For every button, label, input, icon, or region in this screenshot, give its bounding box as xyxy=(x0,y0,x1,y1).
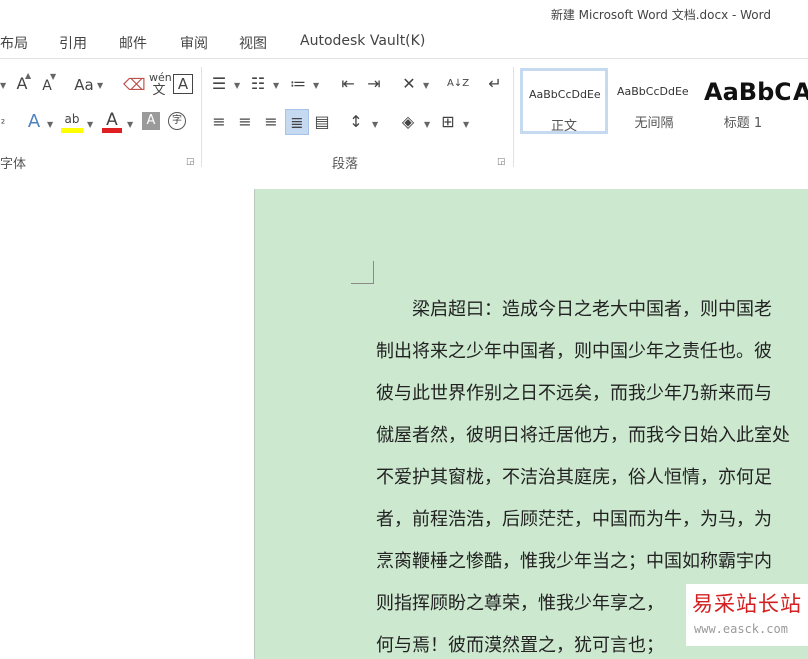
line-spacing-icon[interactable]: ↕ xyxy=(345,112,367,132)
tab-review[interactable]: 审阅 xyxy=(180,33,208,53)
change-case-dropdown-arrow[interactable]: ▼ xyxy=(97,81,103,90)
enclose-characters-button[interactable]: 字 xyxy=(168,112,186,130)
multilevel-list-icon[interactable]: ≔ xyxy=(287,74,309,94)
style-heading-1[interactable]: AaBbC 标题 1 xyxy=(700,68,792,134)
increase-indent-icon[interactable]: ⇥ xyxy=(363,74,385,94)
style-name: 正文 xyxy=(550,119,577,134)
shading-dropdown-arrow[interactable]: ▼ xyxy=(424,120,430,129)
title-bar: 新建 Microsoft Word 文档.docx - Word xyxy=(0,0,808,28)
style-no-spacing[interactable]: AaBbCcDdEe 无间隔 xyxy=(612,68,696,134)
align-right-icon[interactable]: ≡ xyxy=(260,112,282,132)
multilevel-dropdown-arrow[interactable]: ▼ xyxy=(313,81,319,90)
paragraph-dialog-launcher-icon[interactable]: ◲ xyxy=(497,157,506,167)
chinese-layout-dropdown-arrow[interactable]: ▼ xyxy=(423,81,429,90)
tab-mailings[interactable]: 邮件 xyxy=(119,33,147,53)
document-line[interactable]: 不爱护其窗栊，不洁治其庭庑，俗人恒情，亦何足 xyxy=(376,463,772,489)
document-line[interactable]: 何与焉！彼而漠然置之，犹可言也； xyxy=(376,631,664,657)
margin-corner-mark xyxy=(351,261,374,284)
justify-icon[interactable]: ≣ xyxy=(285,109,309,135)
style-heading-2[interactable]: A xyxy=(790,68,808,134)
borders-dropdown-arrow[interactable]: ▼ xyxy=(463,120,469,129)
change-case-button[interactable]: Aa xyxy=(72,75,96,95)
text-effect-dropdown-arrow[interactable]: ▼ xyxy=(47,120,53,129)
phonetic-guide-button[interactable]: 文 xyxy=(149,81,169,101)
style-name: 标题 1 xyxy=(723,116,763,131)
watermark-url: www.easck.com xyxy=(694,622,788,636)
tab-layout[interactable]: 布局 xyxy=(0,33,28,53)
character-border-button[interactable]: A xyxy=(173,74,193,94)
shrink-arrow-icon: ▼ xyxy=(50,72,57,81)
watermark-text: 易采站长站 xyxy=(692,592,802,616)
document-line[interactable]: 制出将来之少年中国者，则中国少年之责任也。彼 xyxy=(376,337,772,363)
style-sample: A xyxy=(793,78,808,106)
sort-button[interactable]: A↓Z xyxy=(447,74,469,94)
borders-icon[interactable]: ⊞ xyxy=(437,112,459,132)
style-normal[interactable]: AaBbCcDdEe 正文 xyxy=(520,68,608,134)
bullets-icon[interactable]: ☰ xyxy=(208,74,230,94)
style-sample: AaBbCcDdEe xyxy=(529,88,601,101)
highlight-dropdown-arrow[interactable]: ▼ xyxy=(87,120,93,129)
document-line[interactable]: 梁启超曰：造成今日之老大中国者，则中国老 xyxy=(376,295,772,321)
tab-view[interactable]: 视图 xyxy=(239,33,267,53)
document-line[interactable]: 僦屋者然，彼明日将迁居他方，而我今日始入此室处 xyxy=(376,421,790,447)
text-effect-button[interactable]: A xyxy=(24,112,44,132)
highlight-button[interactable]: ab xyxy=(61,109,83,129)
subscript-icon[interactable]: ² xyxy=(0,114,6,134)
ribbon-tabs: 布局 引用 邮件 审阅 视图 Autodesk Vault(K) xyxy=(0,30,808,54)
style-name: 无间隔 xyxy=(634,116,674,131)
highlight-color-swatch xyxy=(61,128,83,133)
shading-bucket-icon[interactable]: ◈ xyxy=(397,112,419,132)
numbering-dropdown-arrow[interactable]: ▼ xyxy=(273,81,279,90)
document-line[interactable]: 者，前程浩浩，后顾茫茫，中国而为牛，为马，为 xyxy=(376,505,772,531)
line-spacing-dropdown-arrow[interactable]: ▼ xyxy=(372,120,378,129)
tab-autodesk-vault[interactable]: Autodesk Vault(K) xyxy=(300,33,425,49)
site-watermark: 易采站长站 www.easck.com xyxy=(686,584,808,646)
numbering-icon[interactable]: ☷ xyxy=(247,74,269,94)
font-size-dropdown-arrow[interactable]: ▼ xyxy=(0,81,6,90)
font-group-label: 字体 xyxy=(0,157,27,172)
chinese-layout-icon[interactable]: ✕ xyxy=(398,74,420,94)
group-divider xyxy=(513,67,514,167)
document-line[interactable]: 烹脔鞭棰之惨酷，惟我少年当之；中国如称霸宇内 xyxy=(376,547,772,573)
character-shading-button[interactable]: A xyxy=(142,112,160,130)
align-left-icon[interactable]: ≡ xyxy=(208,112,230,132)
clear-formatting-icon[interactable]: ⌫ xyxy=(123,75,146,95)
grow-arrow-icon: ▲ xyxy=(25,71,32,80)
style-sample: AaBbCcDdEe xyxy=(617,85,689,98)
group-divider xyxy=(201,67,202,167)
window-title: 新建 Microsoft Word 文档.docx - Word xyxy=(550,8,771,22)
decrease-indent-icon[interactable]: ⇤ xyxy=(337,74,359,94)
paragraph-group-label: 段落 xyxy=(332,157,359,172)
font-color-button[interactable]: A xyxy=(102,110,122,130)
font-dialog-launcher-icon[interactable]: ◲ xyxy=(186,157,195,167)
show-formatting-marks-icon[interactable]: ↵ xyxy=(484,74,506,94)
document-canvas: 梁启超曰：造成今日之老大中国者，则中国老 制出将来之少年中国者，则中国少年之责任… xyxy=(0,173,808,659)
document-line[interactable]: 则指挥顾盼之尊荣，惟我少年享之， xyxy=(376,589,664,615)
font-color-dropdown-arrow[interactable]: ▼ xyxy=(127,120,133,129)
align-center-icon[interactable]: ≡ xyxy=(234,112,256,132)
ribbon: ▼ A ▲ A ▼ Aa ▼ ⌫ wén 文 A ² A ▼ ab ▼ A ▼ … xyxy=(0,58,808,174)
document-line[interactable]: 彼与此世界作别之日不远矣，而我少年乃新来而与 xyxy=(376,379,772,405)
distributed-icon[interactable]: ▤ xyxy=(311,112,333,132)
font-color-swatch xyxy=(102,128,122,133)
bullets-dropdown-arrow[interactable]: ▼ xyxy=(234,81,240,90)
style-sample: AaBbC xyxy=(704,78,792,106)
tab-references[interactable]: 引用 xyxy=(59,33,87,53)
